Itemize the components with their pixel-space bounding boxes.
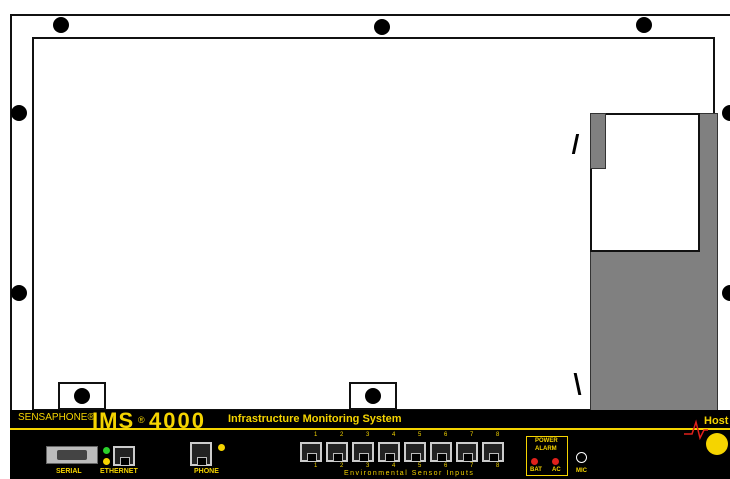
bat-label: BAT [530,467,542,473]
ethernet-label: ETHERNET [100,468,138,475]
sensor-number-top: 4 [392,432,396,438]
sensor-port-3[interactable] [352,442,374,462]
mount-hole [11,285,27,301]
sensor-number-bottom: 2 [340,463,344,469]
sensor-port-7[interactable] [456,442,478,462]
sensor-number-bottom: 3 [366,463,370,469]
serial-port[interactable] [46,446,98,464]
sensor-port-8[interactable] [482,442,504,462]
serial-label: SERIAL [56,468,82,475]
mount-hole [11,105,27,121]
phone-port[interactable] [190,442,212,466]
sensor-number-bottom: 7 [470,463,474,469]
sensor-port-6[interactable] [430,442,452,462]
mounting-foot [349,382,397,410]
sensor-number-top: 8 [496,432,500,438]
sensor-port-5[interactable] [404,442,426,462]
sensor-number-top: 5 [418,432,422,438]
sensor-port-1[interactable] [300,442,322,462]
sensor-number-bottom: 5 [418,463,422,469]
bracket-panel [590,113,700,252]
host-badge-icon [706,433,728,455]
link-led [103,447,110,454]
mic-label: MIC [576,468,587,474]
mounting-foot [58,382,106,410]
sensor-number-top: 6 [444,432,448,438]
sensor-port-4[interactable] [378,442,400,462]
sensor-number-top: 3 [366,432,370,438]
sensor-caption: Environmental Sensor Inputs [344,470,475,477]
mount-hole [374,19,390,35]
phone-led [218,444,225,451]
brand-model-number: 4000 [149,408,206,433]
ethernet-port[interactable] [113,446,135,466]
power-alarm-title-2: ALARM [535,446,557,452]
mount-hole [365,388,381,404]
mount-hole [636,17,652,33]
sensor-number-top: 2 [340,432,344,438]
brand-model-prefix: IMS [92,408,135,433]
microphone-icon [576,452,587,463]
brand-company: SENSAPHONE® [18,412,95,423]
sensor-number-top: 1 [314,432,318,438]
sensor-port-2[interactable] [326,442,348,462]
bracket-tab [590,113,606,169]
power-alarm-title-1: POWER [535,438,558,444]
sensor-number-bottom: 6 [444,463,448,469]
sensor-number-bottom: 4 [392,463,396,469]
db9-connector [57,450,87,460]
front-faceplate: SENSAPHONE® IMS ® 4000 Infrastructure Mo… [10,408,730,479]
brand-tagline: Infrastructure Monitoring System [228,413,402,425]
activity-led [103,458,110,465]
mount-hole [53,17,69,33]
phone-label: PHONE [194,468,219,475]
sensor-number-bottom: 1 [314,463,318,469]
host-label: Host [704,415,729,427]
battery-alarm-led [531,458,538,465]
mount-hole [74,388,90,404]
brand-model-mid: ® [138,415,145,425]
sensor-number-bottom: 8 [496,463,500,469]
ac-label: AC [552,467,561,473]
sensor-number-top: 7 [470,432,474,438]
ac-alarm-led [552,458,559,465]
